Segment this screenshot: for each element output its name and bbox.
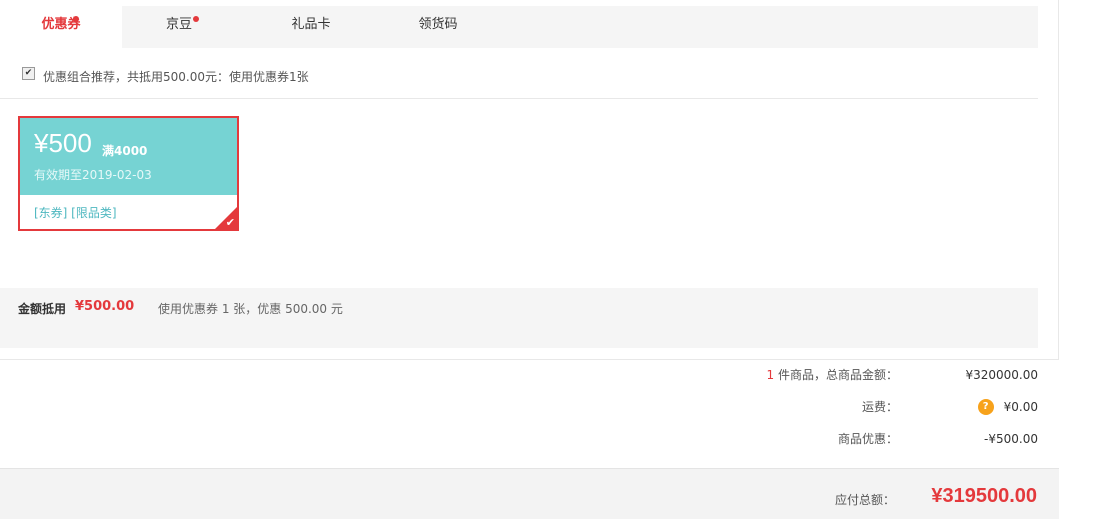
tab-coupons[interactable]: 优惠券 (0, 6, 122, 48)
discount-panel: 优惠券 京豆 礼品卡 领货码 ✔ 优惠组合推荐，共抵用500.00元：使用优惠券1… (0, 0, 1059, 360)
total-amount: ¥319500.00 (931, 485, 1037, 507)
discount-tabs: 优惠券 京豆 礼品卡 领货码 (0, 6, 1038, 48)
items-total-row: 1 件商品，总商品金额： ¥320000.00 (638, 366, 1038, 384)
divider (0, 98, 1038, 99)
new-dot-icon (73, 16, 79, 22)
tab-redeem-code[interactable]: 领货码 (380, 6, 496, 48)
discount-row: 商品优惠： -¥500.00 (638, 430, 1038, 448)
shipping-value: ¥0.00 (1003, 400, 1038, 414)
items-count: 1 (766, 368, 775, 382)
discount-label: 商品优惠： (837, 432, 898, 446)
combo-checkbox[interactable]: ✔ (22, 67, 35, 80)
summary-description: 使用优惠券 1 张，优惠 500.00 元 (158, 302, 343, 316)
items-total-value: ¥320000.00 (965, 368, 1038, 382)
shipping-label: 运费： (861, 400, 898, 414)
items-label-text: 件商品，总商品金额： (777, 368, 898, 382)
coupon-validity: 有效期至2019-02-03 (34, 168, 152, 182)
combo-recommendation: ✔ 优惠组合推荐，共抵用500.00元：使用优惠券1张 (22, 67, 309, 87)
shipping-value-wrap: ? ¥0.00 (977, 398, 1038, 416)
coupon-header: ¥500 满4000 有效期至2019-02-03 (20, 118, 237, 195)
coupon-tags: [东券] [限品类] (34, 206, 117, 220)
summary-amount: ¥500.00 (75, 299, 135, 314)
tab-label: 京豆 (165, 17, 192, 32)
coupon-card[interactable]: ¥500 满4000 有效期至2019-02-03 [东券] [限品类] ✔ (18, 116, 239, 231)
coupon-amount: ¥500 (34, 128, 92, 158)
shipping-row: 运费： ? ¥0.00 (638, 398, 1038, 416)
new-dot-icon (193, 16, 199, 22)
check-icon: ✔ (225, 216, 235, 229)
help-icon[interactable]: ? (977, 398, 994, 415)
discount-summary: 金额抵用 ¥500.00 使用优惠券 1 张，优惠 500.00 元 (0, 288, 1038, 348)
summary-label: 金额抵用 (18, 302, 67, 316)
total-label: 应付总额： (834, 493, 895, 507)
tab-jingdou[interactable]: 京豆 (122, 6, 236, 48)
tab-label: 礼品卡 (291, 17, 331, 32)
coupon-condition: 满4000 (102, 144, 148, 158)
tab-label: 领货码 (418, 17, 458, 32)
tab-gift-card[interactable]: 礼品卡 (254, 6, 368, 48)
total-bar: 应付总额： ¥319500.00 (0, 468, 1059, 519)
items-total-label: 1 件商品，总商品金额： (767, 366, 898, 384)
combo-text: 优惠组合推荐，共抵用500.00元：使用优惠券1张 (43, 70, 309, 84)
discount-value: -¥500.00 (984, 432, 1038, 446)
